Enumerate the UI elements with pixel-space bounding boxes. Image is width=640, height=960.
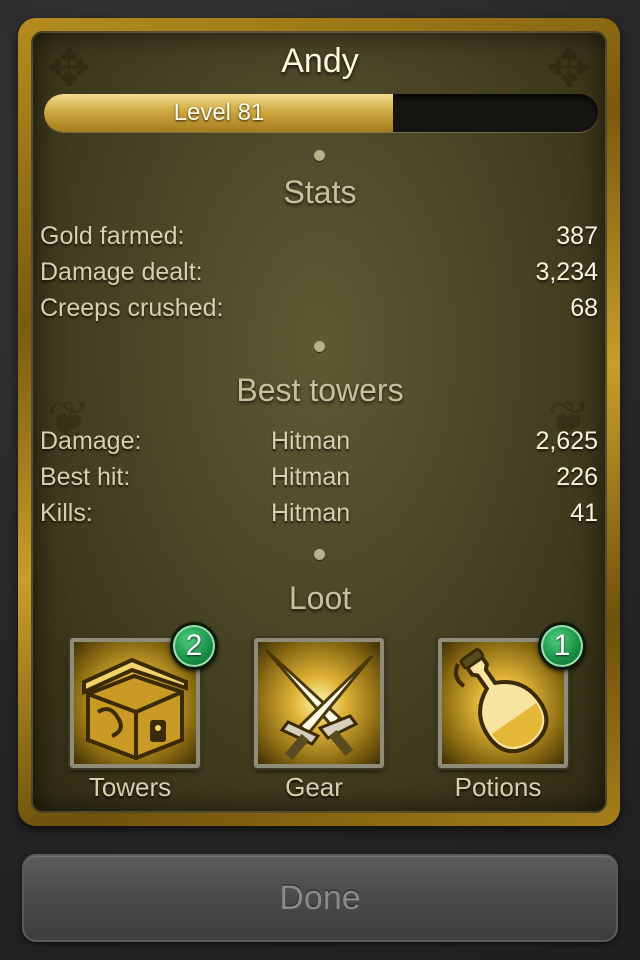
loot-gear-tile[interactable] (254, 638, 384, 768)
loot-potions-label: Potions (454, 772, 542, 802)
best-tower-value: 2,625 (535, 427, 598, 455)
divider-dot (314, 150, 325, 161)
divider-dot (314, 549, 325, 560)
best-tower-name: Hitman (271, 427, 351, 455)
stat-value: 387 (556, 222, 598, 250)
stat-row-damage: Damage dealt: 3,234 (40, 258, 598, 292)
best-tower-label: Damage: (40, 427, 142, 455)
player-name: Andy (281, 42, 359, 80)
best-tower-name: Hitman (271, 499, 351, 527)
loot-gear-label: Gear (285, 772, 343, 802)
best-tower-value: 41 (570, 499, 598, 527)
crossed-swords-icon (264, 648, 374, 761)
best-towers-title: Best towers (236, 372, 404, 408)
best-tower-value: 226 (556, 463, 598, 491)
loot-towers-label: Towers (88, 772, 172, 802)
loot-potions[interactable]: 1 Potions (418, 622, 586, 808)
loot-towers[interactable]: 2 Towers (50, 622, 218, 808)
level-progress-bar: Level 81 (44, 94, 598, 132)
stat-row-creeps: Creeps crushed: 68 (40, 294, 598, 328)
stats-title: Stats (283, 174, 357, 210)
best-tower-label: Best hit: (40, 463, 131, 491)
divider-dot (314, 341, 325, 352)
stat-value: 3,234 (535, 258, 598, 286)
best-tower-row-best-hit: Best hit: Hitman 226 (40, 463, 598, 497)
done-button[interactable]: Done (22, 854, 618, 942)
best-tower-row-damage: Damage: Hitman 2,625 (40, 427, 598, 461)
loot-towers-badge: 2 (170, 622, 218, 670)
loot-potions-badge: 1 (538, 622, 586, 670)
loot-gear[interactable]: Gear (234, 638, 394, 808)
stat-label: Gold farmed: (40, 222, 185, 250)
best-tower-label: Kills: (40, 499, 93, 527)
stat-value: 68 (570, 294, 598, 322)
best-tower-row-kills: Kills: Hitman 41 (40, 499, 598, 533)
stat-label: Creeps crushed: (40, 294, 224, 322)
best-tower-name: Hitman (271, 463, 351, 491)
stat-row-gold: Gold farmed: 387 (40, 222, 598, 256)
stat-label: Damage dealt: (40, 258, 203, 286)
loot-title: Loot (288, 580, 352, 616)
level-label: Level 81 (173, 99, 265, 126)
